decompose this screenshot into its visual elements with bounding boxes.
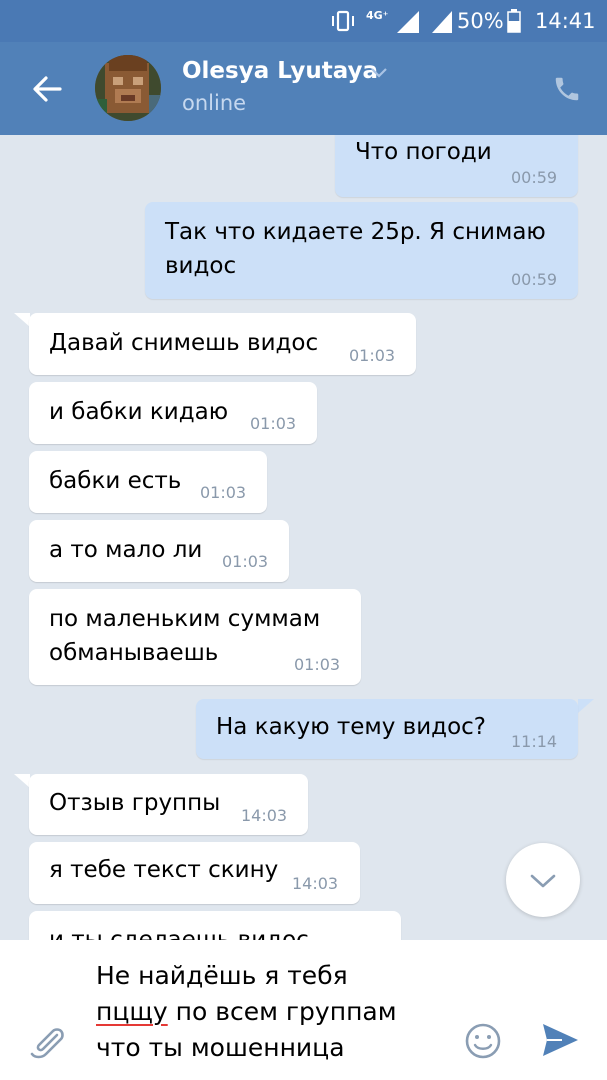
message-time: 00:59 xyxy=(511,270,558,289)
message-time: 14:03 xyxy=(292,874,339,893)
message-time: 01:03 xyxy=(200,483,247,502)
send-icon[interactable] xyxy=(540,1020,580,1060)
message-text: Так что кидаете 25р. Я снимаю видос xyxy=(165,219,546,279)
message-text: Отзыв группы xyxy=(49,790,221,816)
message-text: На какую тему видос? xyxy=(216,714,487,740)
message-list[interactable]: Что погоди 00:59 Так что кидаете 25р. Я … xyxy=(0,135,607,940)
bubble-tail xyxy=(14,313,30,327)
paperclip-icon[interactable] xyxy=(28,1022,68,1062)
chevron-down-icon[interactable] xyxy=(370,64,388,83)
message-bubble[interactable]: и ты сделаешь видос xyxy=(29,911,401,940)
message-time: 11:14 xyxy=(511,732,558,751)
message-bubble[interactable]: Давай снимешь видос 01:03 xyxy=(29,313,416,375)
message-time: 01:03 xyxy=(222,552,269,571)
message-bubble[interactable]: и бабки кидаю 01:03 xyxy=(29,382,317,444)
clock: 14:41 xyxy=(535,9,596,33)
message-bubble[interactable]: я тебе текст скину 14:03 xyxy=(29,842,360,904)
network-type: 4G⁺ xyxy=(366,8,389,22)
contact-name[interactable]: Olesya Lyutaya xyxy=(182,58,378,84)
message-text: и ты сделаешь видос xyxy=(49,927,309,940)
message-bubble[interactable]: Отзыв группы 14:03 xyxy=(29,774,308,835)
message-text: и бабки кидаю xyxy=(49,399,229,425)
input-text: по всем группам xyxy=(167,997,397,1026)
bubble-tail xyxy=(578,699,594,713)
message-bubble[interactable]: бабки есть 01:03 xyxy=(29,451,267,513)
message-time: 01:03 xyxy=(294,655,341,674)
vibrate-icon xyxy=(330,0,356,42)
scroll-down-button[interactable] xyxy=(506,843,580,917)
chevron-down-icon xyxy=(530,874,556,888)
signal-icon xyxy=(395,0,421,42)
message-bubble[interactable]: а то мало ли 01:03 xyxy=(29,520,289,582)
bubble-tail xyxy=(14,774,30,788)
signal-icon xyxy=(430,0,454,42)
status-bar: 4G⁺ 50% 14:41 xyxy=(0,0,607,42)
message-input[interactable]: Не найдёшь я тебя пцщу по всем группам ч… xyxy=(96,958,456,1066)
misspelled-word[interactable]: пцщу xyxy=(96,997,168,1026)
message-time: 01:03 xyxy=(250,414,297,433)
message-text: а то мало ли xyxy=(49,537,203,563)
battery-icon xyxy=(507,0,521,42)
battery-percent: 50% xyxy=(457,9,504,33)
back-arrow-icon[interactable] xyxy=(30,72,64,106)
input-line: Не найдёшь я тебя xyxy=(96,961,348,990)
message-text: бабки есть xyxy=(49,468,182,494)
message-bubble[interactable]: Что погоди 00:59 xyxy=(335,135,578,197)
message-time: 14:03 xyxy=(241,806,288,825)
avatar[interactable] xyxy=(95,55,161,121)
message-time: 01:03 xyxy=(349,346,396,365)
input-line: пцщу по всем группам xyxy=(96,994,456,1030)
message-text: по маленьким суммам обманываешь xyxy=(49,606,321,666)
input-line: что ты мошенница xyxy=(96,1033,345,1062)
message-text: Давай снимешь видос xyxy=(49,330,319,356)
emoji-icon[interactable] xyxy=(463,1021,503,1061)
message-bubble[interactable]: На какую тему видос? 11:14 xyxy=(196,699,578,759)
message-text: я тебе текст скину xyxy=(49,857,279,883)
phone-icon[interactable] xyxy=(552,74,582,104)
message-composer: Не найдёшь я тебя пцщу по всем группам ч… xyxy=(0,940,607,1080)
contact-status: online xyxy=(182,91,247,115)
chat-header: Olesya Lyutaya online xyxy=(0,42,607,135)
message-time: 00:59 xyxy=(511,168,558,187)
message-text: Что погоди xyxy=(355,139,492,165)
message-bubble[interactable]: по маленьким суммам обманываешь 01:03 xyxy=(29,589,361,685)
message-bubble[interactable]: Так что кидаете 25р. Я снимаю видос 00:5… xyxy=(145,202,578,299)
